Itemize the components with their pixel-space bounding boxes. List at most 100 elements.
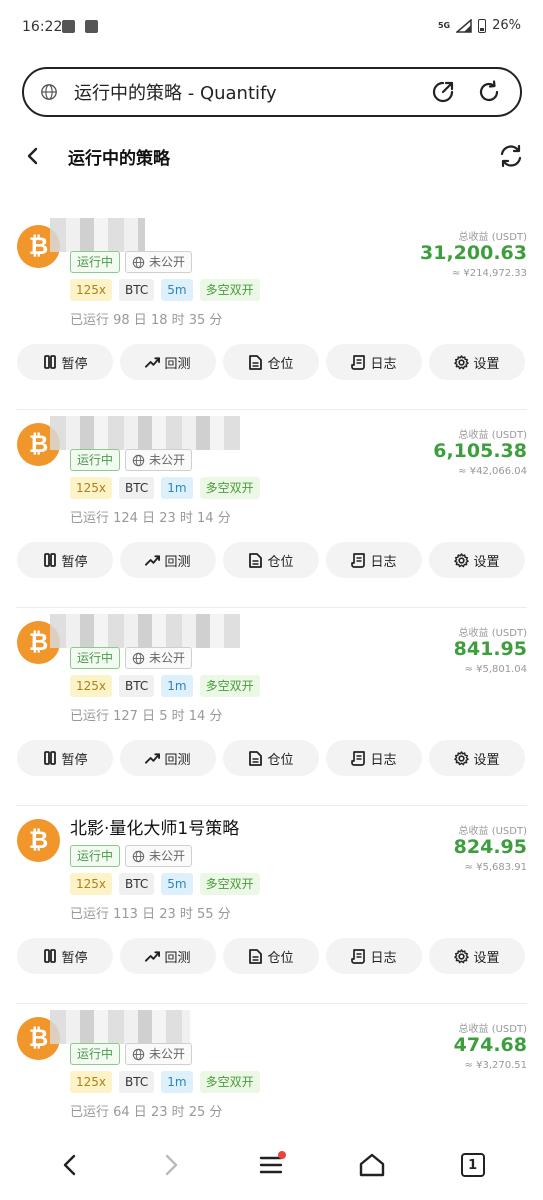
bitcoin-icon: ₿ bbox=[17, 819, 60, 862]
log-button[interactable]: 日志 bbox=[326, 938, 422, 974]
strategy-card[interactable]: ₿ 运行中 未公开 125x BTC 5m 多空双开 已运行 98 日 18 时… bbox=[0, 212, 543, 410]
leverage-badge: 125x bbox=[70, 477, 113, 499]
status-indicators: 5G 26% bbox=[438, 18, 521, 33]
settings-button[interactable]: 设置 bbox=[429, 542, 525, 578]
visibility-badge: 未公开 bbox=[125, 845, 193, 867]
reload-button[interactable] bbox=[474, 77, 504, 107]
pause-icon bbox=[42, 949, 57, 964]
profit-label: 总收益 (USDT) bbox=[458, 232, 527, 243]
profit-cny: ≈ ¥214,972.33 bbox=[451, 268, 527, 279]
status-badge: 运行中 bbox=[70, 251, 121, 273]
timeframe-badge: 1m bbox=[161, 1071, 193, 1093]
address-bar[interactable]: 运行中的策略 - Quantify bbox=[22, 67, 522, 117]
settings-button[interactable]: 设置 bbox=[429, 344, 525, 380]
share-button[interactable] bbox=[428, 77, 458, 107]
status-badge: 运行中 bbox=[70, 449, 121, 471]
pause-icon bbox=[42, 355, 57, 370]
gear-icon bbox=[454, 552, 470, 568]
document-icon bbox=[248, 948, 263, 964]
status-badge: 运行中 bbox=[70, 647, 121, 669]
network-type: 5G bbox=[437, 21, 451, 30]
settings-button[interactable]: 设置 bbox=[429, 938, 525, 974]
run-time: 已运行 64 日 23 时 25 分 bbox=[70, 1105, 223, 1120]
timeframe-badge: 1m bbox=[161, 675, 193, 697]
mode-badge: 多空双开 bbox=[199, 279, 260, 301]
coin-badge: BTC bbox=[119, 873, 155, 895]
strategy-card[interactable]: ₿ 运行中 未公开 125x BTC 1m 多空双开 已运行 124 日 23 … bbox=[0, 410, 543, 608]
profit-value: 474.68 bbox=[453, 1034, 527, 1056]
globe-icon bbox=[132, 454, 145, 466]
status-badge: 运行中 bbox=[70, 845, 121, 867]
mode-badge: 多空双开 bbox=[199, 675, 260, 697]
leverage-badge: 125x bbox=[70, 873, 113, 895]
log-button[interactable]: 日志 bbox=[326, 542, 422, 578]
refresh-icon bbox=[500, 144, 522, 168]
strategy-card[interactable]: ₿ 运行中 未公开 125x BTC 1m 多空双开 已运行 64 日 23 时… bbox=[0, 1004, 543, 1130]
scroll-icon bbox=[351, 948, 366, 964]
profit-label: 总收益 (USDT) bbox=[458, 826, 527, 837]
position-button[interactable]: 仓位 bbox=[223, 344, 319, 380]
trend-up-icon bbox=[145, 949, 161, 964]
settings-button[interactable]: 设置 bbox=[429, 740, 525, 776]
profit-value: 841.95 bbox=[453, 638, 527, 660]
chevron-right-icon bbox=[165, 1154, 178, 1176]
tab-count: 1 bbox=[460, 1153, 485, 1177]
coin-badge: BTC bbox=[119, 477, 155, 499]
backtest-button[interactable]: 回测 bbox=[120, 542, 216, 578]
menu-button[interactable] bbox=[251, 1145, 291, 1185]
pause-button[interactable]: 暂停 bbox=[17, 344, 113, 380]
trend-up-icon bbox=[145, 355, 161, 370]
share-icon bbox=[432, 81, 454, 103]
blurred-strategy-name bbox=[50, 416, 240, 450]
gallery-notification-icon bbox=[62, 20, 75, 33]
globe-icon bbox=[132, 256, 145, 268]
battery-icon bbox=[478, 18, 487, 33]
pause-button[interactable]: 暂停 bbox=[17, 740, 113, 776]
visibility-badge: 未公开 bbox=[125, 1043, 193, 1065]
pause-button[interactable]: 暂停 bbox=[17, 938, 113, 974]
run-time: 已运行 124 日 23 时 14 分 bbox=[70, 511, 231, 526]
scroll-icon bbox=[351, 552, 366, 568]
position-button[interactable]: 仓位 bbox=[223, 938, 319, 974]
pause-icon bbox=[42, 553, 57, 568]
globe-icon bbox=[41, 84, 57, 100]
scroll-icon bbox=[351, 354, 366, 370]
strategy-card[interactable]: ₿ 北影·量化大师1号策略 运行中 未公开 125x BTC 5m 多空双开 已… bbox=[0, 806, 543, 1004]
page-url-title[interactable]: 运行中的策略 - Quantify bbox=[74, 79, 412, 105]
log-button[interactable]: 日志 bbox=[326, 740, 422, 776]
profit-cny: ≈ ¥5,801.04 bbox=[464, 664, 527, 675]
chevron-left-icon bbox=[27, 147, 38, 165]
profit-label: 总收益 (USDT) bbox=[458, 1024, 527, 1035]
gear-icon bbox=[454, 354, 470, 370]
pause-button[interactable]: 暂停 bbox=[17, 542, 113, 578]
timeframe-badge: 1m bbox=[161, 477, 193, 499]
refresh-button[interactable] bbox=[497, 142, 525, 170]
visibility-badge: 未公开 bbox=[125, 449, 193, 471]
run-time: 已运行 113 日 23 时 55 分 bbox=[70, 907, 231, 922]
timeframe-badge: 5m bbox=[161, 279, 193, 301]
home-icon bbox=[359, 1153, 385, 1177]
battery-level: 26% bbox=[492, 18, 521, 33]
backtest-button[interactable]: 回测 bbox=[120, 344, 216, 380]
gear-icon bbox=[454, 750, 470, 766]
strategy-card[interactable]: ₿ 运行中 未公开 125x BTC 1m 多空双开 已运行 127 日 5 时… bbox=[0, 608, 543, 806]
position-button[interactable]: 仓位 bbox=[223, 542, 319, 578]
nav-forward-button[interactable] bbox=[151, 1145, 191, 1185]
backtest-button[interactable]: 回测 bbox=[120, 740, 216, 776]
status-time: 16:22 bbox=[22, 19, 63, 35]
globe-icon bbox=[132, 1048, 145, 1060]
signal-icon bbox=[456, 18, 472, 33]
profit-cny: ≈ ¥5,683.91 bbox=[464, 862, 527, 873]
trend-up-icon bbox=[145, 553, 161, 568]
nav-back-button[interactable] bbox=[50, 1145, 90, 1185]
position-button[interactable]: 仓位 bbox=[223, 740, 319, 776]
back-button[interactable] bbox=[20, 143, 46, 169]
backtest-button[interactable]: 回测 bbox=[120, 938, 216, 974]
home-button[interactable] bbox=[352, 1145, 392, 1185]
strategy-name: 北影·量化大师1号策略 bbox=[70, 819, 240, 839]
run-time: 已运行 127 日 5 时 14 分 bbox=[70, 709, 223, 724]
log-button[interactable]: 日志 bbox=[326, 344, 422, 380]
status-bar: 16:22 5G 26% bbox=[0, 0, 543, 56]
tabs-button[interactable]: 1 bbox=[453, 1145, 493, 1185]
page-title: 运行中的策略 bbox=[68, 149, 170, 169]
